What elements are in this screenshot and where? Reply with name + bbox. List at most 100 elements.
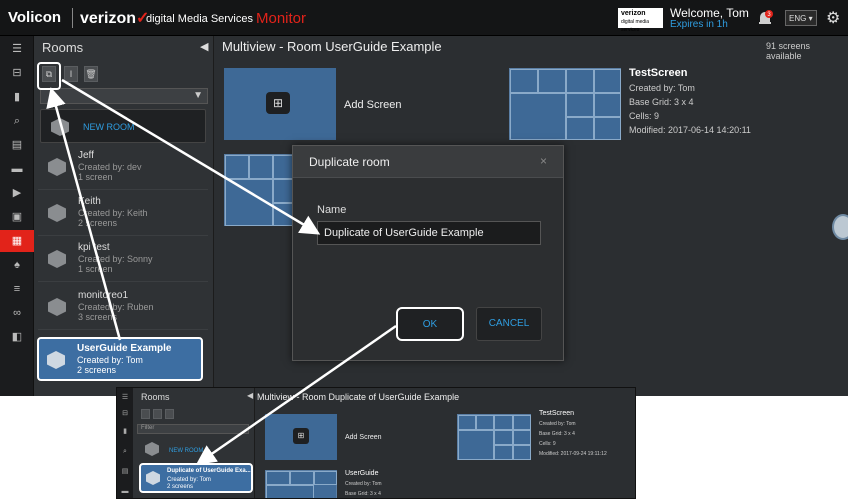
- room-item[interactable]: monitoreo1 Created by: Ruben 3 screens: [38, 286, 208, 330]
- layout-icon[interactable]: ▣: [0, 206, 34, 228]
- scroll-handle[interactable]: [832, 214, 848, 240]
- rooms-title: Rooms: [141, 392, 170, 402]
- screen-modified: Modified: 2017-09-24 19:11:12: [539, 451, 607, 457]
- screen-created: Created by: Tom: [629, 83, 695, 93]
- room-meta: Created by: Sonny 1 screen: [78, 254, 153, 274]
- rename-room-icon[interactable]: [153, 409, 162, 419]
- search-icon[interactable]: ⌕: [0, 110, 34, 132]
- new-room-label[interactable]: NEW ROOM: [169, 448, 203, 454]
- product-name: Monitor: [256, 10, 307, 27]
- inset-left-nav: ☰ ⊟ ▮ ⌕ ▤ ▬: [117, 388, 133, 498]
- room-meta: Created by: Ruben 3 screens: [78, 302, 154, 322]
- screen-grid: Base Grid: 3 x 4: [629, 97, 694, 107]
- cancel-button[interactable]: CANCEL: [476, 307, 542, 341]
- subbrand-text: digital Media Services: [146, 13, 253, 25]
- screen-thumbnail[interactable]: [265, 470, 337, 498]
- screen-grid: Base Grid: 3 x 4: [345, 491, 381, 497]
- screen-modified: Modified: 2017-06-14 14:20:11: [629, 125, 751, 135]
- filter-placeholder: Filter: [141, 425, 155, 431]
- filter-input[interactable]: ▼: [40, 88, 208, 104]
- room-cube-icon: [51, 118, 69, 136]
- room-item[interactable]: Keith Created by: Keith 2 screens: [38, 192, 208, 236]
- verizon-logo: verizon✓: [80, 10, 150, 27]
- main-screenshot: Volicon verizon✓ digital Media Services …: [0, 0, 848, 396]
- room-name: Duplicate of UserGuide Exa...: [167, 468, 251, 474]
- screen-created: Created by: Tom: [345, 481, 382, 487]
- monitor-icon[interactable]: ▬: [117, 486, 133, 498]
- room-name: UserGuide Example: [77, 343, 172, 354]
- screen-thumbnail[interactable]: [509, 68, 621, 140]
- delete-room-icon[interactable]: [165, 409, 174, 419]
- room-cube-icon: [48, 158, 66, 176]
- logo-divider: [72, 8, 73, 28]
- screen-grid: Base Grid: 3 x 4: [539, 431, 575, 437]
- room-name: kpi test: [78, 242, 110, 253]
- alert-bell-icon[interactable]: ♠: [0, 254, 34, 276]
- language-select[interactable]: ENG ▾: [785, 10, 817, 26]
- rooms-panel: Rooms ◀ ⧉ I 🗑 ▼ NEW ROOM Jeff Created by…: [34, 36, 214, 396]
- room-meta: Created by: Tom 2 screens: [167, 477, 211, 490]
- close-icon[interactable]: ×: [540, 154, 547, 168]
- room-cube-icon: [146, 471, 160, 485]
- voicemail-icon[interactable]: ∞: [0, 302, 34, 324]
- rooms-title: Rooms: [42, 40, 84, 55]
- film-icon[interactable]: ▤: [117, 466, 133, 478]
- room-item[interactable]: Jeff Created by: dev 1 screen: [38, 146, 208, 190]
- new-room-label: NEW ROOM: [83, 122, 135, 132]
- room-meta: Created by: Tom 2 screens: [77, 355, 143, 375]
- collapse-icon[interactable]: ◀: [247, 391, 253, 400]
- room-cube-icon: [48, 298, 66, 316]
- new-room-button[interactable]: NEW ROOM: [40, 109, 206, 143]
- room-name-input[interactable]: [317, 221, 541, 245]
- panel-icon[interactable]: ◧: [0, 326, 34, 348]
- screen-thumbnail[interactable]: [224, 154, 296, 226]
- add-screen-card[interactable]: ⊞: [265, 414, 337, 460]
- gear-icon[interactable]: ⚙: [826, 8, 840, 28]
- grid-view-icon[interactable]: ⊟: [0, 62, 34, 84]
- add-screen-label[interactable]: Add Screen: [345, 434, 382, 441]
- room-item-selected[interactable]: Duplicate of UserGuide Exa... Created by…: [139, 463, 253, 493]
- multiview-icon[interactable]: ▦: [0, 230, 34, 252]
- filter-icon: ▼: [193, 90, 203, 101]
- monitor-icon[interactable]: ▬: [0, 158, 34, 180]
- bookmark-icon[interactable]: ▮: [0, 86, 34, 108]
- room-item-selected[interactable]: UserGuide Example Created by: Tom 2 scree…: [37, 337, 203, 381]
- room-cube-icon: [47, 351, 65, 369]
- room-meta: Created by: dev 1 screen: [78, 162, 142, 182]
- room-cube-icon: [48, 250, 66, 268]
- duplicate-room-icon[interactable]: [141, 409, 150, 419]
- room-item[interactable]: kpi test Created by: Sonny 1 screen: [38, 238, 208, 282]
- screen-thumbnail[interactable]: [457, 414, 531, 460]
- notification-bell-icon[interactable]: 3: [756, 9, 774, 27]
- room-meta: Created by: Keith 2 screens: [78, 208, 148, 228]
- page-title: Multiview - Room UserGuide Example: [222, 39, 442, 54]
- page-title: Multiview - Room Duplicate of UserGuide …: [257, 392, 460, 402]
- delete-room-icon[interactable]: 🗑: [84, 66, 98, 82]
- screen-created: Created by: Tom: [539, 421, 576, 427]
- list-icon[interactable]: ≡: [0, 278, 34, 300]
- menu-icon[interactable]: ☰: [0, 38, 34, 60]
- filter-input[interactable]: Filter: [137, 424, 249, 434]
- welcome-text[interactable]: Welcome, Tom: [670, 6, 749, 20]
- menu-icon[interactable]: ☰: [117, 392, 133, 404]
- add-screen-icon: ⊞: [266, 92, 290, 114]
- add-screen-label[interactable]: Add Screen: [344, 99, 401, 111]
- collapse-icon[interactable]: ◀: [200, 40, 208, 53]
- room-cube-icon: [48, 204, 66, 222]
- film-icon[interactable]: ▤: [0, 134, 34, 156]
- add-screen-card[interactable]: ⊞: [224, 68, 336, 140]
- ok-button[interactable]: OK: [396, 307, 464, 341]
- bookmark-icon[interactable]: ▮: [117, 426, 133, 438]
- search-icon[interactable]: ⌕: [117, 446, 133, 458]
- name-label: Name: [317, 204, 347, 216]
- room-name: Keith: [78, 196, 101, 207]
- top-bar: Volicon verizon✓ digital Media Services …: [0, 0, 848, 36]
- room-cube-icon: [145, 442, 159, 456]
- grid-view-icon[interactable]: ⊟: [117, 408, 133, 420]
- rename-room-icon[interactable]: I: [64, 66, 78, 82]
- export-icon[interactable]: ▶: [0, 182, 34, 204]
- dialog-header: Duplicate room ×: [293, 146, 563, 178]
- duplicate-icon-highlight: [37, 62, 61, 90]
- verizon-badge: verizon digital media services: [618, 8, 663, 33]
- screen-name: UserGuide: [345, 470, 379, 477]
